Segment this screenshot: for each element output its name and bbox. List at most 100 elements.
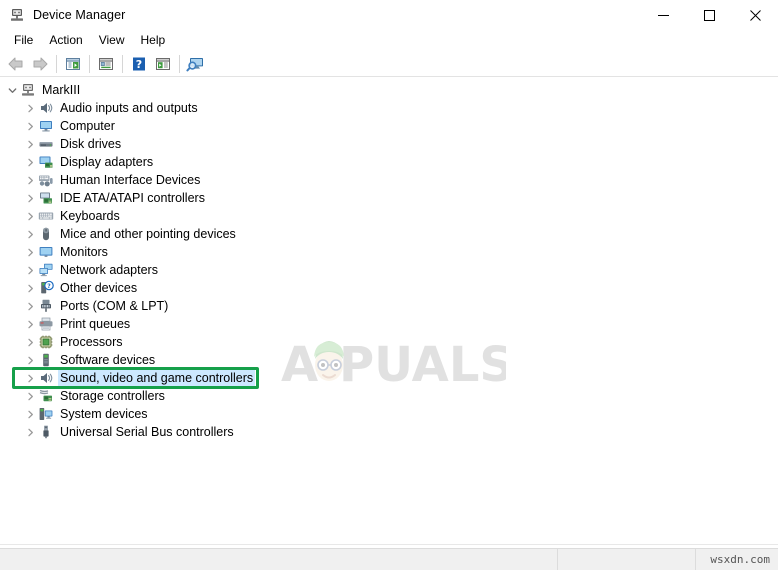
show-hide-console-tree-icon[interactable]	[61, 53, 85, 75]
menu-item-view[interactable]: View	[91, 31, 133, 50]
chevron-right-icon[interactable]	[22, 423, 38, 441]
printer-icon	[38, 316, 54, 332]
menu-item-action[interactable]: Action	[41, 31, 90, 50]
chevron-right-icon[interactable]	[22, 297, 38, 315]
processor-icon	[38, 334, 54, 350]
properties-icon[interactable]	[94, 53, 118, 75]
chevron-right-icon[interactable]	[22, 261, 38, 279]
maximize-icon[interactable]	[686, 0, 732, 30]
chevron-right-icon[interactable]	[22, 207, 38, 225]
tree-item-label: Software devices	[60, 353, 156, 367]
tree-item-print-queues[interactable]: Print queues	[0, 315, 778, 333]
hid-icon	[38, 172, 54, 188]
tree-item-monitors[interactable]: Monitors	[0, 243, 778, 261]
speaker-icon	[38, 370, 54, 386]
toolbar-separator	[122, 54, 123, 73]
chevron-right-icon[interactable]	[22, 171, 38, 189]
status-bar-middle-cell	[558, 549, 696, 570]
tree-item-label: Sound, video and game controllers	[58, 370, 256, 386]
tree-item-disk-drives[interactable]: Disk drives	[0, 135, 778, 153]
chevron-right-icon[interactable]	[22, 351, 38, 369]
tree-item-ide-ata-atapi-controllers[interactable]: IDE ATA/ATAPI controllers	[0, 189, 778, 207]
status-bar: wsxdn.com	[0, 548, 778, 570]
window-title: Device Manager	[33, 8, 126, 22]
menu-item-file[interactable]: File	[6, 31, 41, 50]
speaker-icon	[38, 100, 54, 116]
tree-item-label: Display adapters	[60, 155, 154, 169]
network-adapter-icon	[38, 262, 54, 278]
device-tree: MarkIII Audio inputs and outputs Compute…	[0, 81, 778, 441]
mouse-icon	[38, 226, 54, 242]
update-driver-icon[interactable]	[151, 53, 175, 75]
tree-item-universal-serial-bus-controllers[interactable]: Universal Serial Bus controllers	[0, 423, 778, 441]
status-bar-main-cell	[0, 549, 558, 570]
chevron-down-icon[interactable]	[4, 81, 20, 99]
disk-drive-icon	[38, 136, 54, 152]
tree-item-label: System devices	[60, 407, 148, 421]
tree-item-audio-inputs-and-outputs[interactable]: Audio inputs and outputs	[0, 99, 778, 117]
scan-hardware-changes-icon[interactable]	[184, 53, 208, 75]
chevron-right-icon[interactable]	[22, 225, 38, 243]
forward-arrow-icon[interactable]	[28, 53, 52, 75]
tree-item-computer[interactable]: Computer	[0, 117, 778, 135]
chevron-right-icon[interactable]	[22, 189, 38, 207]
tree-item-ports-com-and-lpt[interactable]: Ports (COM & LPT)	[0, 297, 778, 315]
tree-item-label: Human Interface Devices	[60, 173, 201, 187]
toolbar-separator	[56, 54, 57, 73]
tree-item-system-devices[interactable]: System devices	[0, 405, 778, 423]
toolbar: ?	[0, 51, 778, 77]
tree-item-other-devices[interactable]: ? Other devices	[0, 279, 778, 297]
keyboard-icon	[38, 208, 54, 224]
tree-item-label: Network adapters	[60, 263, 158, 277]
chevron-right-icon[interactable]	[22, 99, 38, 117]
tree-item-keyboards[interactable]: Keyboards	[0, 207, 778, 225]
tree-item-human-interface-devices[interactable]: Human Interface Devices	[0, 171, 778, 189]
tree-item-sound-video-and-game-controllers[interactable]: Sound, video and game controllers	[0, 369, 778, 387]
toolbar-separator	[89, 54, 90, 73]
monitor-icon	[38, 244, 54, 260]
tree-item-software-devices[interactable]: Software devices	[0, 351, 778, 369]
chevron-right-icon[interactable]	[22, 243, 38, 261]
display-adapter-icon	[38, 154, 54, 170]
other-devices-icon: ?	[38, 280, 54, 296]
chevron-right-icon[interactable]	[22, 315, 38, 333]
menu-item-help[interactable]: Help	[133, 31, 174, 50]
chevron-right-icon[interactable]	[22, 279, 38, 297]
chevron-right-icon[interactable]	[22, 117, 38, 135]
tree-item-label: Computer	[60, 119, 115, 133]
tree-item-network-adapters[interactable]: Network adapters	[0, 261, 778, 279]
chevron-right-icon[interactable]	[22, 333, 38, 351]
computer-root-icon	[20, 82, 36, 98]
chevron-right-icon[interactable]	[22, 369, 38, 387]
tree-root-label: MarkIII	[42, 83, 81, 97]
tree-item-mice-and-other-pointing-devices[interactable]: Mice and other pointing devices	[0, 225, 778, 243]
tree-item-label: Mice and other pointing devices	[60, 227, 236, 241]
svg-text:?: ?	[47, 283, 51, 290]
chevron-right-icon[interactable]	[22, 153, 38, 171]
svg-text:?: ?	[136, 58, 142, 71]
tree-item-display-adapters[interactable]: Display adapters	[0, 153, 778, 171]
help-icon[interactable]: ?	[127, 53, 151, 75]
tree-item-label: Print queues	[60, 317, 131, 331]
minimize-icon[interactable]	[640, 0, 686, 30]
menu-bar: File Action View Help	[0, 30, 778, 51]
tree-item-label: Universal Serial Bus controllers	[60, 425, 234, 439]
chevron-right-icon[interactable]	[22, 405, 38, 423]
ide-controller-icon	[38, 190, 54, 206]
tree-item-label: Audio inputs and outputs	[60, 101, 198, 115]
tree-item-label: Storage controllers	[60, 389, 165, 403]
chevron-right-icon[interactable]	[22, 135, 38, 153]
usb-icon	[38, 424, 54, 440]
back-arrow-icon[interactable]	[4, 53, 28, 75]
tree-item-storage-controllers[interactable]: Storage controllers	[0, 387, 778, 405]
storage-controller-icon	[38, 388, 54, 404]
tree-item-processors[interactable]: Processors	[0, 333, 778, 351]
tree-root-markiii[interactable]: MarkIII	[0, 81, 778, 99]
tree-item-label: IDE ATA/ATAPI controllers	[60, 191, 205, 205]
tree-item-label: Disk drives	[60, 137, 122, 151]
title-bar: Device Manager	[0, 0, 778, 30]
tree-item-label: Other devices	[60, 281, 138, 295]
chevron-right-icon[interactable]	[22, 387, 38, 405]
system-device-icon	[38, 406, 54, 422]
close-icon[interactable]	[732, 0, 778, 30]
